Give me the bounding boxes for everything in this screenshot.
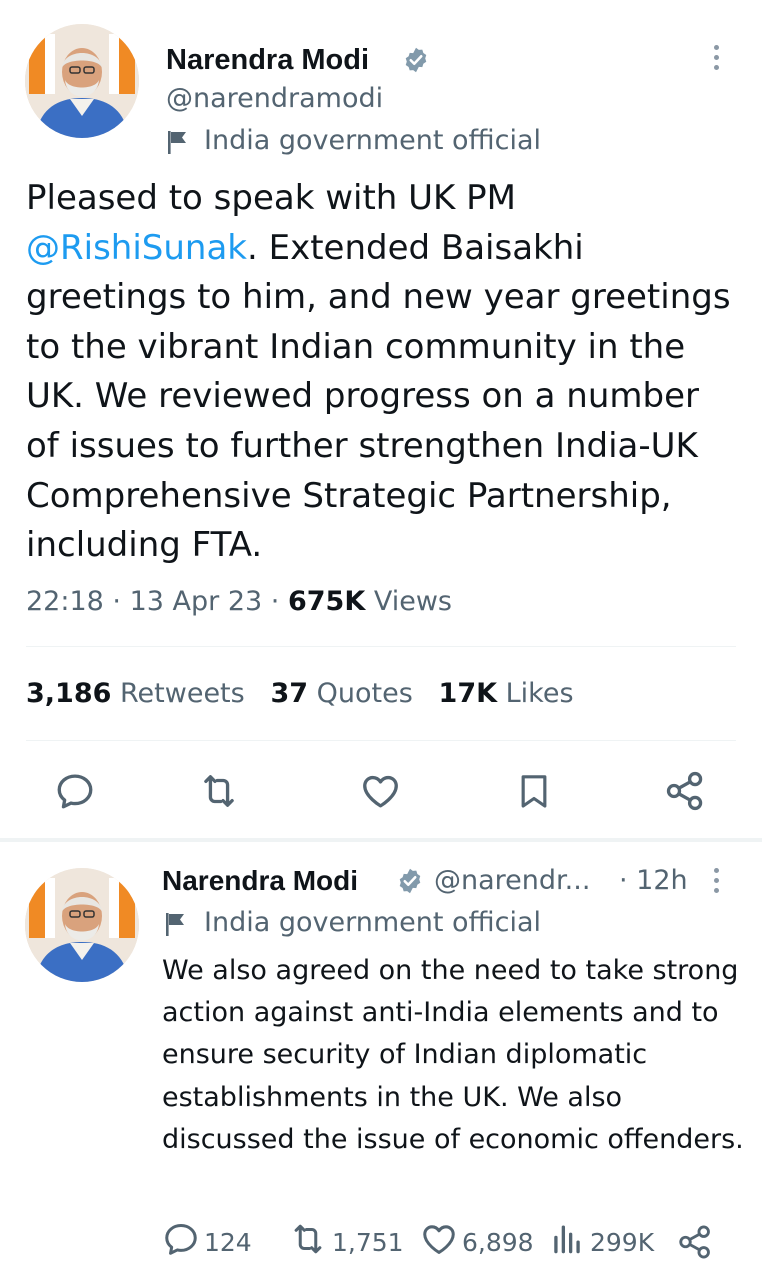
reply-count: 124 bbox=[204, 1227, 252, 1257]
author-handle[interactable]: @narendramodi bbox=[166, 82, 383, 116]
tweet-text-end: . Extended Baisakhi greetings to him, an… bbox=[26, 227, 731, 566]
reply-icon[interactable] bbox=[54, 770, 96, 812]
retweets-stat[interactable]: 3,186 Retweets bbox=[26, 678, 245, 709]
reply-time[interactable]: · 12h bbox=[619, 863, 688, 899]
tweet-date[interactable]: 13 Apr 23 bbox=[130, 586, 263, 617]
retweets-label: Retweets bbox=[120, 678, 245, 709]
verified-badge-icon bbox=[402, 46, 430, 78]
quotes-count: 37 bbox=[270, 678, 309, 709]
tweet-stats: 3,186 Retweets 37 Quotes 17K Likes bbox=[26, 676, 574, 712]
quotes-stat[interactable]: 37 Quotes bbox=[270, 678, 412, 709]
verified-badge-icon bbox=[396, 867, 424, 899]
retweet-count-button[interactable]: 1,751 bbox=[288, 1222, 404, 1262]
meta-separator: · bbox=[270, 586, 280, 617]
quotes-label: Quotes bbox=[316, 678, 413, 709]
meta-separator: · bbox=[112, 586, 121, 617]
likes-stat[interactable]: 17K Likes bbox=[439, 678, 574, 709]
views-count: 675K bbox=[287, 586, 366, 617]
reply-icon bbox=[162, 1220, 200, 1264]
retweet-count: 1,751 bbox=[332, 1227, 404, 1257]
retweet-icon[interactable] bbox=[197, 770, 241, 812]
mention-link[interactable]: @RishiSunak bbox=[26, 228, 247, 268]
divider bbox=[26, 740, 736, 741]
likes-label: Likes bbox=[505, 678, 574, 709]
reply-metrics: 124 1,751 6,898 299K bbox=[162, 1222, 722, 1262]
author-avatar[interactable] bbox=[25, 24, 139, 138]
bookmark-icon[interactable] bbox=[514, 770, 554, 812]
share-icon[interactable] bbox=[676, 1222, 714, 1262]
author-name[interactable]: Narendra Modi bbox=[166, 42, 369, 78]
reply-government-label: India government official bbox=[204, 907, 542, 938]
government-label: India government official bbox=[204, 125, 542, 156]
like-count-button[interactable]: 6,898 bbox=[420, 1222, 534, 1262]
reply-author-handle[interactable]: @narendr... bbox=[434, 863, 590, 899]
reply-text: We also agreed on the need to take stron… bbox=[162, 955, 744, 1155]
like-icon[interactable] bbox=[359, 770, 402, 812]
share-icon[interactable] bbox=[663, 769, 707, 813]
retweets-count: 3,186 bbox=[26, 678, 112, 709]
views-count-button[interactable]: 299K bbox=[548, 1222, 654, 1262]
likes-count: 17K bbox=[438, 678, 498, 709]
like-icon bbox=[420, 1220, 458, 1264]
more-options-icon[interactable] bbox=[714, 868, 719, 893]
like-count: 6,898 bbox=[462, 1227, 534, 1257]
tweet-meta: 22:18 · 13 Apr 23 · 675K Views bbox=[26, 584, 452, 620]
section-divider bbox=[0, 838, 762, 842]
views-count: 299K bbox=[590, 1227, 655, 1257]
reply-author-name[interactable]: Narendra Modi bbox=[162, 863, 358, 899]
flag-icon bbox=[166, 128, 190, 156]
reply-author-avatar[interactable] bbox=[25, 868, 139, 982]
flag-icon bbox=[164, 910, 188, 938]
divider bbox=[26, 646, 736, 647]
reply-count-button[interactable]: 124 bbox=[162, 1222, 252, 1262]
views-label: Views bbox=[373, 586, 452, 617]
tweet-text: Pleased to speak with UK PM @RishiSunak.… bbox=[26, 174, 741, 571]
retweet-icon bbox=[288, 1220, 328, 1264]
views-icon bbox=[548, 1220, 586, 1264]
more-options-icon[interactable] bbox=[714, 45, 719, 70]
tweet-time[interactable]: 22:18 bbox=[26, 586, 104, 617]
tweet-text-start: Pleased to speak with UK PM bbox=[26, 178, 516, 218]
